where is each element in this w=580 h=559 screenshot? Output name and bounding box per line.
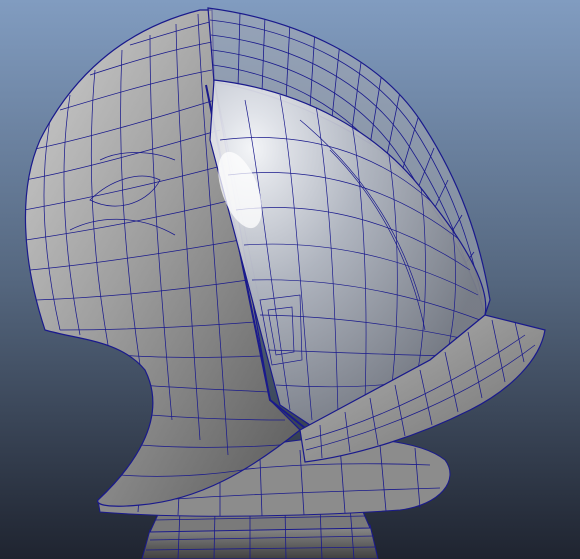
3d-viewport[interactable] [0,0,580,559]
viewport-canvas[interactable] [0,0,580,559]
